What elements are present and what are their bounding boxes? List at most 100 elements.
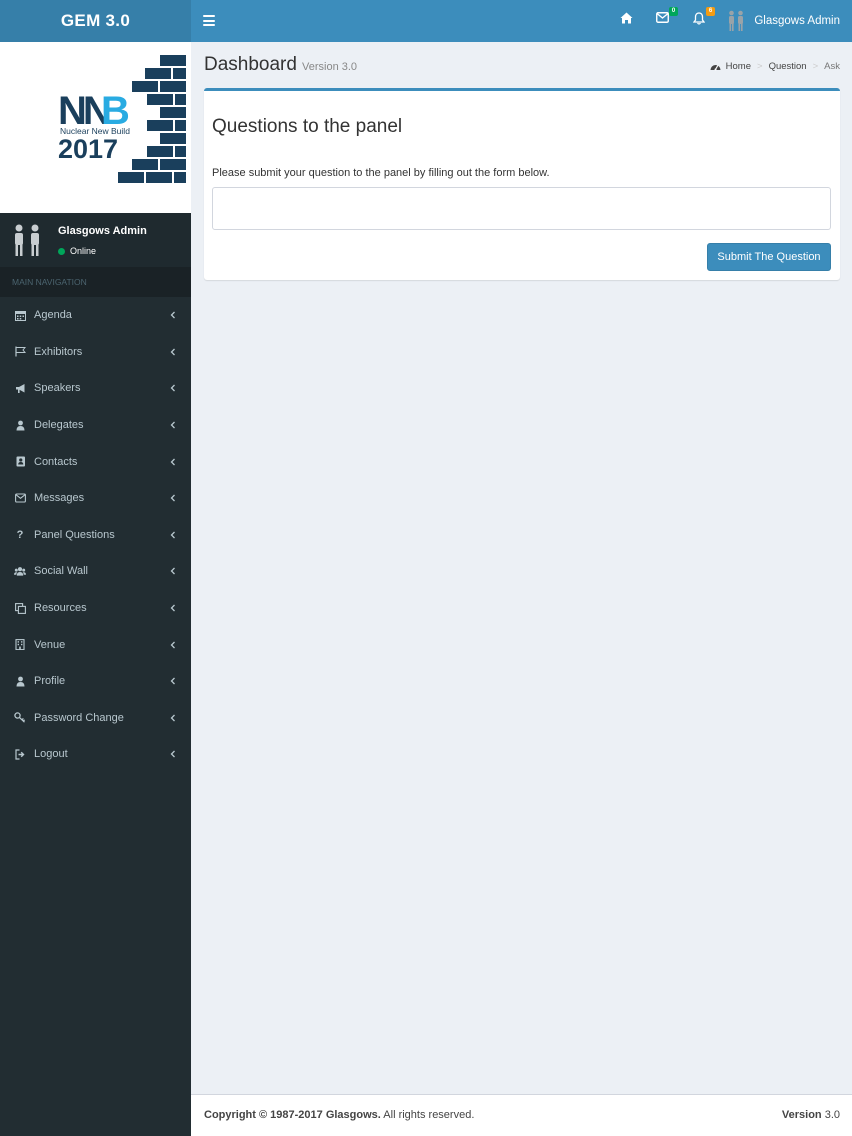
- chevron-left-icon: [170, 385, 175, 392]
- box-title: Questions to the panel: [212, 116, 403, 137]
- status-text: Online: [70, 246, 97, 256]
- avatar: [15, 224, 39, 256]
- avatar: [729, 10, 744, 31]
- page-title: Dashboard: [204, 54, 297, 75]
- clone-icon: [14, 602, 26, 614]
- top-navbar: GEM 3.0 0 6 Glasgows Admin: [0, 0, 852, 42]
- event-logo: NN B Nuclear New Build 2017: [0, 42, 191, 213]
- calendar-icon: [14, 309, 26, 321]
- building-icon: [14, 639, 26, 651]
- sidebar-item-exhibitors[interactable]: Exhibitors: [0, 334, 191, 371]
- address-book-icon: [14, 456, 26, 468]
- bell-icon: [693, 12, 705, 25]
- messages-button[interactable]: 0: [656, 7, 678, 28]
- breadcrumb-question[interactable]: Question: [769, 61, 807, 72]
- sidebar-item-logout[interactable]: Logout: [0, 736, 191, 773]
- breadcrumb-home[interactable]: Home: [710, 61, 751, 72]
- chevron-left-icon: [170, 604, 175, 612]
- user-icon: [14, 675, 26, 687]
- question-box: Questions to the panel Please submit you…: [204, 88, 840, 280]
- question-input[interactable]: [212, 187, 831, 230]
- user-menu[interactable]: Glasgows Admin: [726, 0, 840, 42]
- flag-icon: [14, 346, 26, 358]
- breadcrumb-separator: >: [812, 61, 819, 72]
- sidebar-item-password-change[interactable]: Password Change: [0, 700, 191, 737]
- chevron-left-icon: [170, 348, 175, 356]
- chevron-left-icon: [170, 458, 175, 466]
- sidebar-item-speakers[interactable]: Speakers: [0, 370, 191, 407]
- home-icon[interactable]: [620, 12, 636, 28]
- sidebar-item-delegates[interactable]: Delegates: [0, 407, 191, 444]
- key-icon: [14, 712, 26, 724]
- sidebar-item-label: Resources: [34, 602, 87, 615]
- submit-question-button[interactable]: Submit The Question: [707, 243, 831, 271]
- sidebar: NN B Nuclear New Build 2017 Glasgows Adm…: [0, 42, 191, 1136]
- sign-out-icon: [14, 748, 26, 760]
- sidebar-item-resources[interactable]: Resources: [0, 590, 191, 627]
- sidebar-item-label: Venue: [34, 638, 66, 651]
- version-label: Version: [781, 1109, 822, 1121]
- breadcrumb-home-label: Home: [725, 61, 751, 72]
- chevron-left-icon: [170, 311, 175, 319]
- notifications-button[interactable]: 6: [693, 7, 715, 28]
- breadcrumb-current: Ask: [824, 61, 840, 72]
- nav-header: MAIN NAVIGATION: [0, 267, 191, 297]
- chevron-left-icon: [170, 641, 175, 649]
- user-icon: [14, 419, 26, 431]
- nnb-logo: NN B Nuclear New Build 2017: [58, 55, 186, 183]
- page-subtitle: Version 3.0: [302, 61, 358, 73]
- chevron-left-icon: [170, 567, 175, 575]
- breadcrumb: Home > Question > Ask: [710, 61, 840, 72]
- sidebar-item-profile[interactable]: Profile: [0, 663, 191, 700]
- sidebar-item-label: Delegates: [34, 419, 84, 432]
- sidebar-item-venue[interactable]: Venue: [0, 626, 191, 663]
- sidebar-item-contacts[interactable]: Contacts: [0, 443, 191, 480]
- notifications-count-badge: 6: [706, 7, 715, 16]
- sidebar-item-panel-questions[interactable]: ? Panel Questions: [0, 517, 191, 554]
- chevron-left-icon: [170, 714, 175, 722]
- sidebar-item-messages[interactable]: Messages: [0, 480, 191, 517]
- copyright: Copyright © 1987-2017 Glasgows. All righ…: [204, 1109, 474, 1121]
- sidebar-item-social-wall[interactable]: Social Wall: [0, 553, 191, 590]
- sidebar-toggle-icon[interactable]: [203, 14, 215, 27]
- breadcrumb-separator: >: [757, 61, 763, 72]
- sidebar-item-agenda[interactable]: Agenda: [0, 297, 191, 334]
- dashboard-icon: [710, 65, 721, 71]
- sidebar-item-label: Profile: [34, 675, 66, 688]
- question-icon: ?: [16, 528, 24, 541]
- sidebar-item-label: Logout: [34, 748, 68, 761]
- sidebar-user-name: Glasgows Admin: [58, 225, 147, 237]
- sidebar-item-label: Password Change: [34, 711, 124, 724]
- svg-text:2017: 2017: [58, 134, 118, 164]
- version-info: Version 3.0: [782, 1109, 840, 1121]
- copyright-rest: All rights reserved.: [380, 1109, 475, 1121]
- chevron-left-icon: [170, 421, 175, 429]
- content-header: Dashboard Version 3.0 Home > Question > …: [191, 42, 852, 88]
- messages-count-badge: 0: [669, 7, 678, 16]
- user-panel: Glasgows Admin Online: [0, 213, 191, 267]
- envelope-icon: [656, 12, 669, 23]
- sidebar-item-label: Speakers: [34, 382, 81, 395]
- sidebar-item-label: Panel Questions: [34, 528, 115, 541]
- sidebar-item-label: Exhibitors: [34, 345, 83, 358]
- chevron-left-icon: [170, 750, 175, 758]
- brand-logo[interactable]: GEM 3.0: [0, 0, 191, 42]
- envelope-icon: [14, 492, 26, 504]
- top-user-name: Glasgows Admin: [754, 15, 840, 27]
- chevron-left-icon: [170, 677, 175, 685]
- bullhorn-icon: [14, 382, 26, 394]
- copyright-bold: Copyright © 1987-2017 Glasgows.: [204, 1109, 381, 1121]
- main-navigation: Agenda Exhibitors Speakers Delegates Con…: [0, 297, 191, 773]
- box-description: Please submit your question to the panel…: [212, 167, 550, 179]
- online-status: Online: [58, 246, 96, 256]
- sidebar-item-label: Contacts: [34, 455, 78, 468]
- online-dot-icon: [58, 247, 65, 255]
- sidebar-item-label: Messages: [34, 492, 85, 505]
- chevron-left-icon: [170, 531, 175, 539]
- users-icon: [14, 565, 26, 577]
- version-value: 3.0: [821, 1109, 840, 1121]
- footer: Copyright © 1987-2017 Glasgows. All righ…: [191, 1094, 852, 1136]
- sidebar-item-label: Social Wall: [34, 565, 88, 578]
- chevron-left-icon: [170, 494, 175, 502]
- sidebar-item-label: Agenda: [34, 309, 72, 322]
